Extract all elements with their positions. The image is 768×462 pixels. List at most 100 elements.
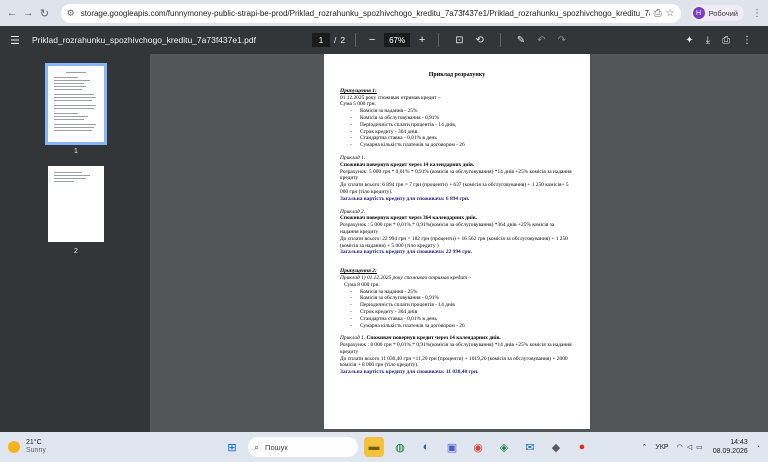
search-icon: ⌕ — [254, 441, 260, 452]
example-1-pay: До сплати всього: 6 894 грн = 7 грн (про… — [340, 182, 569, 195]
assumption-1-intro: 01.12.2025 року споживач отримав кредит … — [340, 94, 441, 101]
example-1-total: Загальна вартість кредиту для споживача:… — [340, 195, 470, 202]
example-2-calc: Розрахунок : 5 000 грн * 0,01% * 0,91%(к… — [340, 222, 555, 235]
redo-icon[interactable]: ↷ — [558, 35, 566, 46]
zoom-in-button[interactable]: + — [416, 34, 428, 46]
menu-icon[interactable]: ☰ — [10, 34, 24, 47]
chevron-up-icon[interactable]: ⌃ — [642, 443, 648, 451]
browser-toolbar: ← → ↻ ⚙ storage.googleapis.com/funnymone… — [0, 0, 768, 26]
volume-icon[interactable]: ◁ — [687, 443, 692, 451]
file-explorer-icon[interactable]: ▬ — [364, 437, 384, 457]
doc-title: Приклад розрахунку — [428, 72, 486, 78]
list-item: - Строк кредиту - 364 днів. — [350, 128, 419, 135]
page-thumbnail-1[interactable] — [45, 63, 107, 145]
windows-start-icon[interactable]: ⊞ — [222, 437, 242, 457]
avatar: Н — [692, 7, 705, 19]
list-item: - Сумарна кількість платежів за договором… — [350, 322, 465, 329]
profile-button[interactable]: Н Робочий — [690, 5, 744, 21]
assumption-2-sum: Сума 8 000 грн. — [344, 281, 380, 288]
list-item: - Комісія за надання - 25% — [350, 108, 418, 115]
thumbnail-label: 2 — [74, 248, 78, 255]
annotate-icon[interactable]: ✎ — [517, 35, 525, 46]
example-2-pay: До сплати всього: 22 994 грн = 182 грн (… — [340, 235, 568, 249]
teams-icon[interactable]: ▣ — [442, 437, 462, 457]
list-item: - Комісія за обслуговування - 0,91% — [350, 114, 439, 121]
app-icon[interactable]: ✉ — [520, 437, 540, 457]
list-item: - Стандартна ставка - 0,01% в день — [350, 135, 437, 142]
temperature: 21°C — [26, 439, 42, 446]
example-3-heading: Приклад 1. — [340, 335, 366, 342]
list-item: - Періодичність сплати процентів - 14 дні… — [350, 121, 457, 128]
total-pages: 2 — [340, 35, 346, 45]
example-1-heading: Приклад 1. — [340, 154, 366, 161]
more-options-icon[interactable]: ⋮ — [742, 35, 752, 46]
pdf-page-1: Приклад розрахунку Припущення 1: 01.12.2… — [324, 54, 590, 429]
rotate-icon[interactable]: ⟲ — [476, 35, 484, 46]
bookmark-star-icon[interactable]: ☆ — [666, 8, 675, 19]
page-thumbnail-2[interactable] — [48, 166, 104, 242]
reload-icon[interactable]: ↻ — [38, 5, 50, 21]
url-text[interactable]: storage.googleapis.com/funnymoney-public… — [81, 9, 650, 18]
share-icon[interactable]: ⎙ — [654, 8, 662, 19]
app-icon[interactable]: ◍ — [390, 437, 410, 457]
site-info-icon[interactable]: ⚙ — [67, 8, 75, 19]
example-2-total: Загальна вартість кредиту для споживача:… — [340, 249, 472, 256]
page-separator: / — [334, 35, 337, 45]
example-1-calc: Розрахунок: 5 000 грн * 0,01% * 0,91% (к… — [340, 168, 572, 182]
toolbar-divider — [355, 33, 357, 47]
assumption-1-sum: Сума 5 000 грн. — [340, 101, 376, 108]
address-bar[interactable]: ⚙ storage.googleapis.com/funnymoney-publ… — [60, 3, 681, 23]
print-icon[interactable]: ⎙ — [722, 35, 730, 46]
example-1-bold: Споживач повернув кредит через 14 календ… — [340, 161, 475, 168]
assumption-1-heading: Припущення 1: — [340, 87, 377, 94]
edit-pdf-icon[interactable]: ✦ — [685, 35, 693, 46]
forward-icon[interactable]: → — [22, 5, 34, 21]
app-icon[interactable]: ◆ — [546, 437, 566, 457]
example-3-bold: Споживач повернув кредит через 14 календ… — [366, 335, 501, 342]
profile-name: Робочий — [708, 8, 738, 18]
search-placeholder: Пошук — [265, 442, 288, 452]
thumbnail-label: 1 — [74, 148, 78, 155]
pdf-toolbar: ☰ Priklad_rozrahunku_spozhivchogo_kredit… — [0, 26, 768, 54]
toolbar-divider — [499, 33, 501, 47]
example-3-total: Загальна вартість кредиту для споживача:… — [340, 369, 479, 376]
back-icon[interactable]: ← — [6, 5, 18, 21]
app-icon[interactable]: ● — [572, 437, 592, 457]
notification-icon[interactable]: ◔ — [756, 444, 760, 451]
undo-icon[interactable]: ↶ — [537, 35, 545, 46]
windows-taskbar: 21°C Sunny ⊞ ⌕ Пошук ▬ ◍ ◐ ▣ ◉ ◈ ✉ ◆ ● ⌃… — [0, 432, 768, 462]
battery-icon[interactable]: ▭ — [696, 443, 703, 451]
example-3-calc: Розрахунок : 8 000 грн * 0,01% * 0,91%(к… — [340, 342, 572, 355]
zoom-input[interactable]: 67% — [384, 33, 411, 47]
assumption-2-heading: Припущення 2: — [340, 268, 377, 275]
download-icon[interactable]: ⤓ — [706, 35, 710, 46]
pdf-filename: Priklad_rozrahunku_spozhivchogo_kreditu_… — [32, 35, 256, 45]
app-icon[interactable]: ◈ — [494, 437, 514, 457]
list-item: - Періодичність сплати процентів - 14 дні… — [350, 302, 455, 309]
fit-page-icon[interactable]: ⊡ — [455, 35, 463, 46]
weather-status: Sunny — [26, 447, 46, 454]
assumption-2-intro: Приклад 1) 01.12.2025 року споживач отри… — [340, 274, 472, 281]
time: 14:43 — [730, 439, 748, 446]
example-3-pay: До сплати всього 11 030,40 грн =11,20 гр… — [340, 355, 568, 369]
language-indicator[interactable]: УКР — [655, 444, 668, 451]
thumbnail-sidebar: 1 2 — [0, 54, 150, 432]
page-number-input[interactable]: 1 — [312, 33, 330, 47]
chrome-icon[interactable]: ◉ — [468, 437, 488, 457]
pdf-viewer[interactable]: Приклад розрахунку Припущення 1: 01.12.2… — [150, 54, 768, 432]
browser-menu-icon[interactable]: ⋮ — [752, 8, 762, 19]
weather-widget[interactable]: 21°C Sunny — [8, 439, 46, 455]
list-item: - Сумарна кількість платежів за договором… — [350, 142, 465, 149]
toolbar-divider — [438, 33, 440, 47]
list-item: - Строк кредиту - 364 днів — [350, 308, 418, 315]
clock[interactable]: 14:43 08.09.2026 — [713, 438, 748, 456]
system-tray: ⌃ УКР ◠ ◁ ▭ 14:43 08.09.2026 ◔ — [642, 438, 760, 456]
wifi-icon[interactable]: ◠ — [677, 443, 683, 451]
edge-icon[interactable]: ◐ — [416, 437, 436, 457]
example-2-heading: Приклад 2. — [340, 208, 366, 215]
list-item: - Стандартна ставка - 0,01% в день — [350, 315, 437, 322]
taskbar-search[interactable]: ⌕ Пошук — [248, 437, 358, 457]
date: 08.09.2026 — [712, 448, 748, 455]
zoom-out-button[interactable]: − — [366, 34, 378, 46]
sun-icon — [8, 441, 20, 453]
